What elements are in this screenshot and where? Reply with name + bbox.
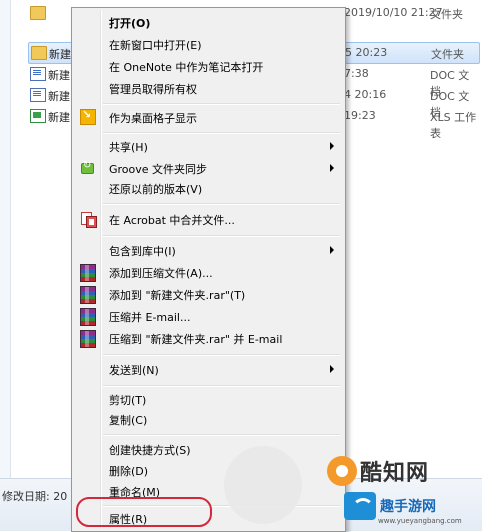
folder-icon [31,46,47,60]
menu-item-label: 添加到 "新建文件夹.rar"(T) [109,289,246,302]
menu-item-open-in-onenote[interactable]: 在 OneNote 中作为笔记本打开 [74,56,342,76]
menu-separator [103,103,340,105]
doc-icon [30,88,46,102]
winrar-icon [80,308,96,326]
acrobat-icon [80,211,97,228]
menu-item-label: 压缩到 "新建文件夹.rar" 并 E-mail [109,333,283,346]
file-date: 5 20:23 [345,46,388,59]
menu-item-compress-email[interactable]: 压缩并 E-mail... [74,306,342,326]
menu-item-label: 在新窗口中打开(E) [109,39,202,52]
menu-item-share[interactable]: 共享(H) [74,136,342,156]
menu-item-label: 剪切(T) [109,394,147,407]
submenu-arrow-icon [330,365,334,373]
menu-item-compress-rar-email[interactable]: 压缩到 "新建文件夹.rar" 并 E-mail [74,328,342,348]
winrar-icon [80,330,96,348]
file-name: 新建 [48,69,70,82]
submenu-arrow-icon [330,164,334,172]
submenu-arrow-icon [330,142,334,150]
menu-item-label: 作为桌面格子显示 [109,112,197,125]
file-name: 新建 [48,111,70,124]
menu-item-open[interactable]: 打开(O) [74,12,342,32]
context-menu: 打开(O) 在新窗口中打开(E) 在 OneNote 中作为笔记本打开 管理员取… [71,7,346,532]
menu-item-send-to[interactable]: 发送到(N) [74,359,342,379]
winrar-icon [80,264,96,282]
properties-highlight-annotation [76,497,212,527]
menu-item-copy[interactable]: 复制(C) [74,409,342,429]
xls-icon [30,109,46,123]
file-name: 新建 [48,90,70,103]
watermark-url: www.yueyangbang.com [378,517,462,525]
menu-item-create-shortcut[interactable]: 创建快捷方式(S) [74,439,342,459]
watermark-orange-logo-icon [327,456,357,486]
file-date: 7:38 [344,67,369,80]
menu-item-label: 打开(O) [109,17,151,30]
watermark-brand-secondary: 趣手游网 [380,499,436,515]
menu-item-include-in-library[interactable]: 包含到库中(I) [74,240,342,260]
menu-separator [103,132,340,134]
watermark-logo-circle [224,446,302,524]
menu-item-add-to-archive[interactable]: 添加到压缩文件(A)... [74,262,342,282]
menu-item-acrobat-combine[interactable]: 在 Acrobat 中合并文件... [74,209,342,229]
menu-item-label: 删除(D) [109,465,149,478]
menu-item-label: 还原以前的版本(V) [109,183,203,196]
groove-sync-icon [80,160,94,174]
modified-date-label: 修改日期: 20 [2,490,68,503]
file-date: 4 20:16 [344,88,387,101]
menu-item-groove-sync[interactable]: Groove 文件夹同步 [74,158,342,178]
file-name: 新建 [49,48,71,61]
menu-item-label: 发送到(N) [109,364,159,377]
menu-separator [103,434,340,436]
file-date: 19:23 [344,109,376,122]
watermark-brand: 酷知网 [360,461,430,486]
menu-item-add-to-rar[interactable]: 添加到 "新建文件夹.rar"(T) [74,284,342,304]
menu-item-label: 压缩并 E-mail... [109,311,191,324]
menu-item-label: 在 OneNote 中作为笔记本打开 [109,61,264,74]
folder-icon [30,6,46,20]
winrar-icon [80,286,96,304]
menu-item-label: 管理员取得所有权 [109,83,197,96]
doc-icon [30,67,46,81]
file-type: 文件夹 [430,8,463,21]
submenu-arrow-icon [330,246,334,254]
menu-item-label: 包含到库中(I) [109,245,176,258]
menu-item-restore-versions[interactable]: 还原以前的版本(V) [74,178,342,198]
menu-separator [103,203,340,205]
menu-item-cut[interactable]: 剪切(T) [74,389,342,409]
menu-item-label: 添加到压缩文件(A)... [109,267,213,280]
watermark-blue-logo-icon [344,492,376,520]
menu-item-open-new-window[interactable]: 在新窗口中打开(E) [74,34,342,54]
menu-separator [103,385,340,387]
menu-item-desktop-grid[interactable]: 作为桌面格子显示 [74,107,342,127]
menu-separator [103,235,340,237]
menu-separator [103,354,340,356]
menu-item-delete[interactable]: 删除(D) [74,460,342,480]
menu-item-label: 在 Acrobat 中合并文件... [109,214,235,227]
file-date: 2019/10/10 21:27 [344,6,443,19]
menu-item-label: 创建快捷方式(S) [109,444,191,457]
desktop-grid-icon [80,108,96,125]
menu-item-take-ownership[interactable]: 管理员取得所有权 [74,78,342,98]
menu-item-label: 复制(C) [109,414,148,427]
file-type: XLS 工作表 [430,111,477,140]
menu-item-label: 共享(H) [109,141,148,154]
navigation-pane-edge [0,0,11,480]
menu-item-label: Groove 文件夹同步 [109,163,208,176]
file-type: 文件夹 [431,48,464,61]
